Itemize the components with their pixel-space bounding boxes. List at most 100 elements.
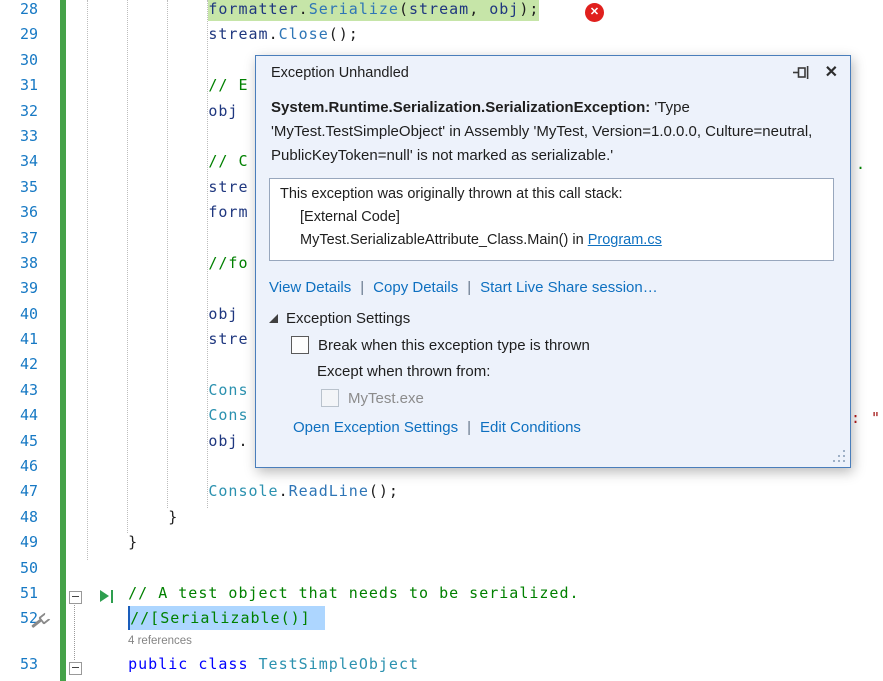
exception-settings-header[interactable]: Exception Settings (269, 310, 834, 327)
fold-toggle-icon[interactable] (69, 590, 82, 604)
code-text[interactable]: // A test object that needs to be serial… (88, 584, 580, 602)
module-option-row: MyTest.exe (321, 389, 834, 407)
code-text[interactable]: obj (88, 102, 238, 120)
line-number[interactable]: 34 (0, 152, 38, 170)
line-number[interactable]: 36 (0, 203, 38, 221)
code-text[interactable]: public class TestSimpleObject (88, 655, 419, 673)
pin-icon[interactable] (792, 65, 809, 80)
line-number[interactable]: 29 (0, 25, 38, 43)
line-number[interactable]: 45 (0, 432, 38, 450)
token: ); (519, 0, 540, 18)
token: // A test object that needs to be serial… (128, 583, 580, 602)
code-text[interactable]: //[Serializable()] (88, 606, 325, 631)
line-number[interactable]: 40 (0, 305, 38, 323)
quick-actions-wrench-icon[interactable] (30, 612, 48, 630)
code-line: 49 } (0, 533, 883, 558)
line-number[interactable]: 38 (0, 254, 38, 272)
token: Close (278, 25, 329, 44)
token: obj (208, 101, 239, 120)
edit-conditions-link[interactable]: Edit Conditions (480, 419, 581, 436)
code-line: 48 } (0, 508, 883, 533)
line-number[interactable]: 35 (0, 178, 38, 196)
code-text[interactable]: obj (88, 305, 238, 323)
line-number[interactable]: 46 (0, 457, 38, 475)
token: } (168, 507, 179, 526)
line-number[interactable]: 44 (0, 406, 38, 424)
program-cs-link[interactable]: Program.cs (588, 232, 662, 248)
error-icon[interactable]: ✕ (585, 3, 604, 22)
view-details-link[interactable]: View Details (269, 279, 351, 296)
line-number[interactable]: 41 (0, 330, 38, 348)
line-number[interactable]: 32 (0, 102, 38, 120)
close-icon[interactable]: ✕ (825, 64, 838, 81)
token: TestSimpleObject (258, 654, 420, 673)
line-number[interactable]: 30 (0, 51, 38, 69)
token: Cons (208, 406, 249, 425)
action-links: View Details | Copy Details | Start Live… (269, 279, 834, 296)
executed-statement-highlight: formatter.Serialize(stream, obj); (208, 0, 540, 21)
selection-highlight: //[Serializable()] (128, 606, 325, 631)
start-live-share-link[interactable]: Start Live Share session… (480, 279, 658, 296)
copy-details-link[interactable]: Copy Details (373, 279, 458, 296)
code-text[interactable]: } (88, 533, 138, 551)
module-checkbox[interactable] (321, 389, 339, 407)
codelens-references[interactable]: 4 references (128, 635, 192, 647)
break-checkbox[interactable] (291, 336, 309, 354)
code-text[interactable]: stream.Close(); (88, 25, 359, 43)
code-text[interactable]: Cons (88, 381, 249, 399)
line-number[interactable]: 48 (0, 508, 38, 526)
token: // C (208, 152, 249, 171)
line-number[interactable]: 39 (0, 279, 38, 297)
code-text[interactable]: //fo (88, 254, 249, 272)
line-number[interactable]: 37 (0, 229, 38, 247)
line-number[interactable]: 31 (0, 76, 38, 94)
code-text[interactable]: // E (88, 76, 249, 94)
token: . (278, 482, 289, 501)
code-line: 53 public class TestSimpleObject (0, 655, 883, 680)
fold-toggle-icon[interactable] (69, 661, 82, 675)
code-text[interactable]: // C (88, 152, 249, 170)
token: . (298, 0, 309, 18)
code-text[interactable]: stre (88, 330, 249, 348)
token: . (268, 25, 279, 44)
line-number[interactable]: 42 (0, 355, 38, 373)
token: , (469, 0, 490, 18)
code-text[interactable]: formatter.Serialize(stream, obj); (88, 0, 540, 21)
open-exception-settings-link[interactable]: Open Exception Settings (293, 419, 458, 436)
code-text[interactable]: Console.ReadLine(); (88, 482, 399, 500)
line-number[interactable]: 49 (0, 533, 38, 551)
dialog-titlebar[interactable]: Exception Unhandled ✕ (256, 56, 850, 89)
code-text[interactable]: form (88, 203, 249, 221)
code-text[interactable]: obj. (88, 432, 249, 450)
code-line: 50 (0, 559, 883, 584)
line-number[interactable]: 28 (0, 0, 38, 18)
code-text[interactable]: } (88, 508, 178, 526)
separator: | (360, 279, 365, 296)
code-text[interactable]: stre (88, 178, 249, 196)
exception-unhandled-popup: Exception Unhandled ✕ System.Runtime.Ser… (255, 55, 851, 468)
code-text[interactable]: Cons (88, 406, 249, 424)
line-number[interactable]: 47 (0, 482, 38, 500)
exception-settings-label: Exception Settings (286, 310, 411, 327)
callstack-box: This exception was originally thrown at … (269, 178, 834, 261)
token: Console (208, 482, 279, 501)
dialog-body: System.Runtime.Serialization.Serializati… (256, 96, 850, 436)
token: Cons (208, 380, 249, 399)
line-number[interactable]: 53 (0, 655, 38, 673)
collapse-triangle-icon[interactable] (269, 314, 278, 323)
line-number[interactable]: 50 (0, 559, 38, 577)
resize-grip[interactable] (832, 449, 846, 463)
line-number[interactable]: 33 (0, 127, 38, 145)
line-number[interactable]: 43 (0, 381, 38, 399)
line-number[interactable]: 51 (0, 584, 38, 602)
